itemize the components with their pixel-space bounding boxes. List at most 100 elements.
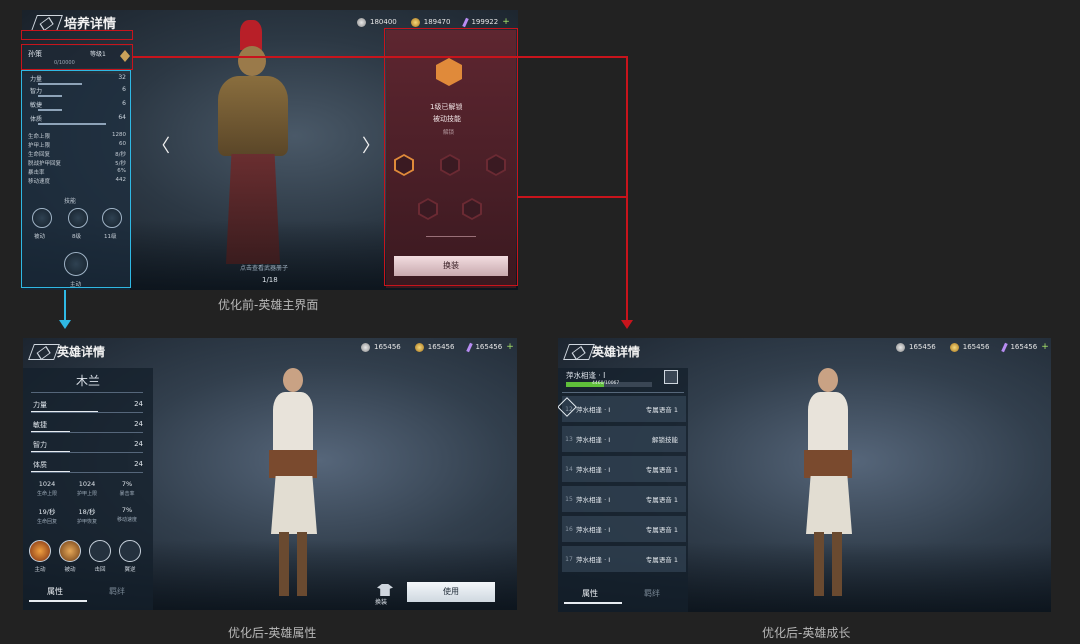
quill-amount: 165456 [475,343,503,351]
silver-coin-icon [896,342,905,352]
divider [31,392,143,393]
attr-value: 24 [134,400,143,408]
gold-amount: 165456 [427,343,455,351]
level-row[interactable]: 15 萍水相逢 · I 专属语音 1 [562,486,686,512]
level-name: 萍水相逢 · I [576,496,611,504]
skill-label: 翼逆 [124,567,136,573]
attr-row: 敏捷 24 [33,420,143,430]
currency-bar: 165456 165456 165456 + [896,342,1049,352]
stat-cell: 7% 移动速度 [109,506,145,523]
level-row[interactable]: 17 萍水相逢 · I 专属语音 1 [562,546,686,572]
attr-name: 力量 [33,401,47,409]
stat-label: 护甲上限 [76,491,97,497]
attr-name: 体质 [33,461,47,469]
stat-value: 18/秒 [78,508,96,516]
hero-model-mulan [259,364,329,604]
swap-label[interactable]: 换装 [375,597,387,606]
caption-before: 优化前-英雄主界面 [218,298,319,312]
level-reward: 专属语音 1 [645,556,678,564]
stat-value: 1024 [78,480,96,488]
back-logo-icon[interactable] [28,344,60,360]
stat-label: 生命回复 [36,519,57,525]
caption-after-attr: 优化后-英雄属性 [228,626,317,640]
equip-hint: 点击查看武器册子 [240,265,289,272]
stat-value: 7% [121,480,133,488]
prev-hero-arrow[interactable]: 〈 [152,132,170,158]
stat-label: 移动速度 [116,517,137,523]
hero-name: 木兰 [75,374,100,388]
tab-bonds[interactable]: 羁绊 [644,588,660,599]
gold-amount: 189470 [423,18,451,26]
caption-after-growth: 优化后-英雄成长 [762,626,851,640]
quill-icon [1001,342,1009,352]
currency-bar: 180400 189470 199922 + [357,17,510,27]
next-hero-arrow[interactable]: 〉 [362,132,380,158]
skill-3-icon[interactable] [89,540,111,562]
silver-coin-icon [361,342,370,352]
passive-skill-icon[interactable] [59,540,81,562]
stat-value: 19/秒 [38,508,56,516]
level-number: 14 [565,465,573,473]
level-row[interactable]: 14 萍水相逢 · I 专属语音 1 [562,456,686,482]
stat-label: 护甲恢复 [76,519,97,525]
add-currency-button[interactable]: + [1041,342,1049,352]
hero-head [818,368,838,392]
level-row[interactable]: 16 萍水相逢 · I 专属语音 1 [562,516,686,542]
skill-label: 被动 [64,567,76,573]
level-name: 萍水相逢 · I [576,406,611,414]
attr-name: 敏捷 [33,421,47,429]
hero-head [283,368,303,392]
attr-row: 体质 24 [33,460,143,470]
gold-amount: 165456 [962,343,990,351]
highlight-box-title [21,30,133,40]
attr-value: 24 [134,440,143,448]
active-skill-icon[interactable] [29,540,51,562]
add-currency-button[interactable]: + [506,342,514,352]
stat-cell: 19/秒生命回复 [29,506,65,525]
skill-4-icon[interactable] [119,540,141,562]
gift-chest-icon[interactable] [664,370,678,384]
level-row[interactable]: 13 萍水相逢 · I 解锁技能 [562,426,686,452]
hero-robe [226,154,280,264]
level-name: 萍水相逢 · I [576,526,611,534]
attr-track [31,452,143,453]
tab-bonds[interactable]: 羁绊 [109,586,125,597]
tab-attributes[interactable]: 属性 [47,586,63,597]
use-button[interactable]: 使用 [407,582,495,602]
attr-track [31,412,143,413]
level-row[interactable]: 12 萍水相逢 · I 专属语音 1 [562,396,686,422]
back-logo-icon[interactable] [563,344,595,360]
level-reward: 专属语音 1 [645,496,678,504]
stat-label: 生命上限 [36,491,57,497]
arrow-down-red-icon [621,320,633,329]
tab-attributes[interactable]: 属性 [582,588,598,599]
quill-icon [462,17,470,27]
add-currency-button[interactable]: + [502,17,510,27]
stat-cell: 7% 暴击率 [109,480,145,497]
growth-panel: 萍水相逢 · I 4460/10067 12 萍水相逢 · I 专属语音 1 13 萍… [558,368,688,612]
stat-cell: 1024 生命上限 [29,480,65,497]
level-reward: 专属语音 1 [645,526,678,534]
attribute-panel: 木兰 力量 24 敏捷 24 智力 24 体质 24 1024 生命上限 1024 护甲上限… [23,368,153,610]
after-attribute-screen: 英雄详情 165456 165456 165456 + 木兰 力量 24 敏捷 24… [23,338,517,610]
highlight-box-stats [21,70,131,288]
level-reward: 专属语音 1 [645,406,678,414]
level-reward: 解锁技能 [652,436,678,444]
hero-dress-top [808,392,848,452]
stat-label: 暴击率 [119,491,135,497]
page-indicator: 1/18 [262,276,278,284]
level-number: 15 [565,495,573,503]
connector-line [518,196,628,198]
highlight-box-unlock [384,28,518,286]
divider [562,392,684,393]
stat-cell: 1024 护甲上限 [69,480,105,497]
skill-label: 击回 [94,567,106,573]
attr-name: 智力 [33,441,47,449]
hero-leg [814,532,824,596]
back-logo-icon[interactable] [31,15,63,31]
arrow-down-blue-icon [59,320,71,329]
silver-amount: 165456 [374,343,401,351]
hero-skirt [806,476,852,534]
gold-coin-icon [949,342,959,352]
connector-line-blue [64,290,66,322]
